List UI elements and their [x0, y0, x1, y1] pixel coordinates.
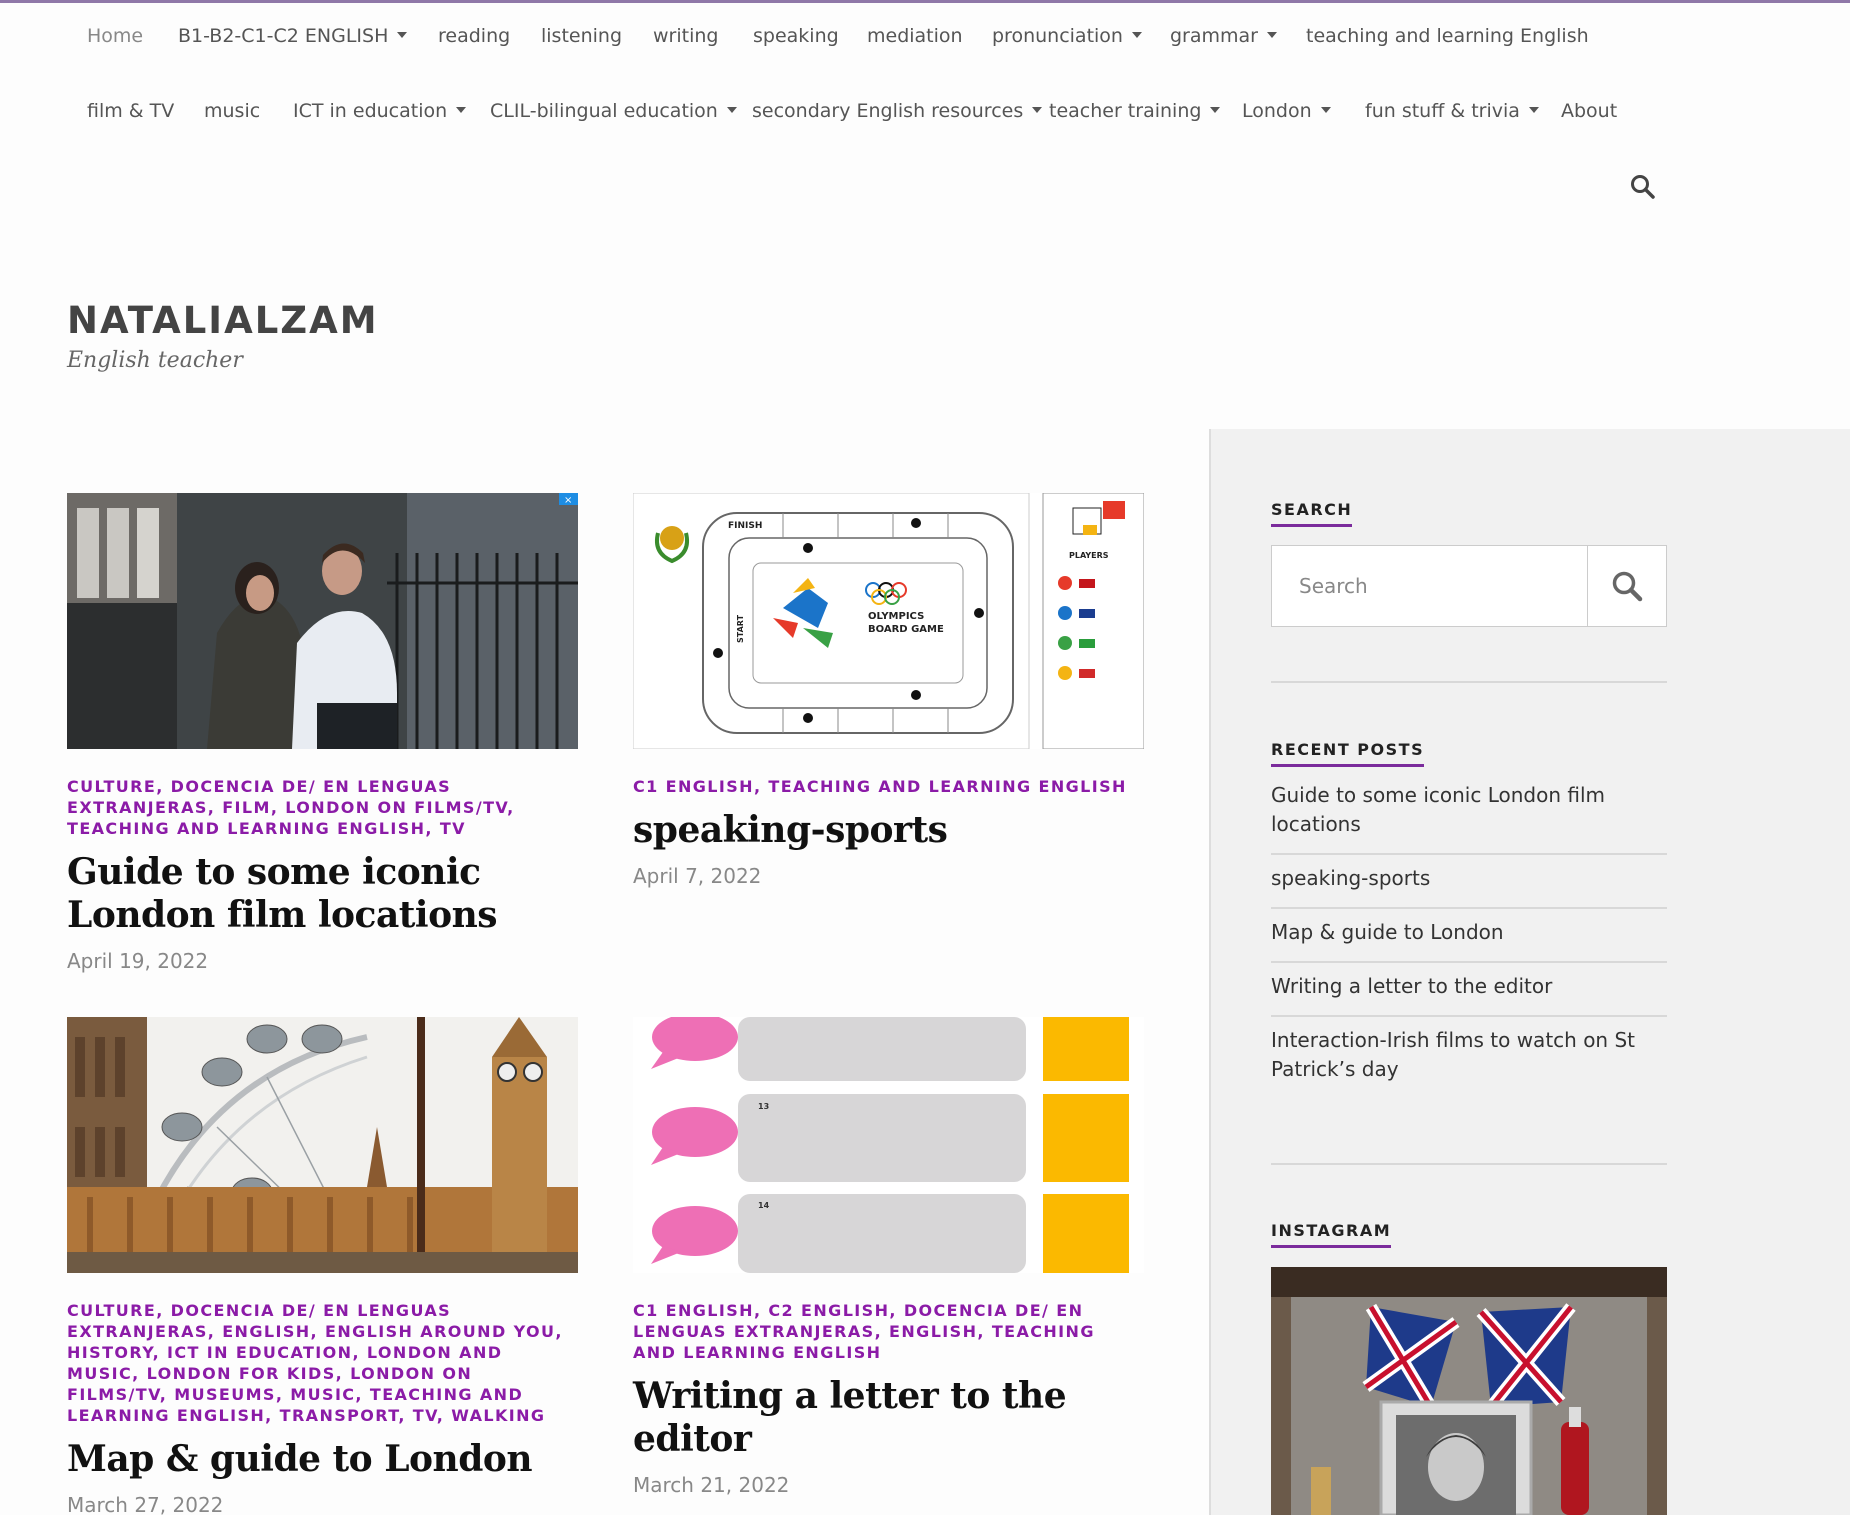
post-title[interactable]: Writing a letter to the editor — [633, 1375, 1145, 1461]
post-title[interactable]: Guide to some iconic London film locatio… — [67, 851, 579, 937]
site-title[interactable]: NATALIALZAM — [67, 299, 379, 342]
chevron-down-icon — [1528, 106, 1539, 113]
nav-levels[interactable]: B1-B2-C1-C2 ENGLISH — [178, 25, 408, 47]
nav-secondary[interactable]: secondary English resources — [752, 100, 1043, 122]
post-date[interactable]: April 7, 2022 — [633, 864, 1145, 888]
post-date[interactable]: March 21, 2022 — [633, 1473, 1145, 1497]
nav-speaking[interactable]: speaking — [753, 25, 839, 47]
post-thumbnail[interactable] — [67, 1017, 578, 1273]
post-card: × CULTURE, DOCENCIA DE/ EN LENGUAS EXTRA… — [67, 493, 579, 973]
recent-post-link[interactable]: Interaction-Irish films to watch on St P… — [1271, 1017, 1667, 1098]
nav-label: fun stuff & trivia — [1365, 100, 1520, 122]
post-categories[interactable]: CULTURE, DOCENCIA DE/ EN LENGUAS EXTRANJ… — [67, 776, 579, 839]
board-finish-label: FINISH — [728, 521, 762, 531]
recent-post-link[interactable]: Map & guide to London — [1271, 909, 1667, 963]
site-description: English teacher — [67, 348, 243, 373]
post-title[interactable]: speaking-sports — [633, 809, 1145, 852]
players-label: PLAYERS — [1069, 551, 1109, 560]
recent-posts-title: RECENT POSTS — [1271, 740, 1425, 767]
recent-posts-list: Guide to some iconic London film locatio… — [1271, 772, 1667, 1098]
nav-home[interactable]: Home — [87, 25, 143, 47]
widget-divider — [1271, 681, 1667, 683]
post-card: CULTURE, DOCENCIA DE/ EN LENGUAS EXTRANJ… — [67, 1017, 579, 1515]
nav-label: B1-B2-C1-C2 ENGLISH — [178, 25, 389, 47]
nav-ict[interactable]: ICT in education — [293, 100, 467, 122]
chevron-down-icon — [1131, 31, 1142, 38]
post-date[interactable]: March 27, 2022 — [67, 1493, 579, 1515]
post-categories[interactable]: CULTURE, DOCENCIA DE/ EN LENGUAS EXTRANJ… — [67, 1300, 579, 1426]
top-accent-bar — [0, 0, 1850, 3]
chevron-down-icon — [1267, 31, 1277, 38]
nav-label: pronunciation — [992, 25, 1123, 47]
search-input[interactable] — [1272, 546, 1587, 626]
nav-teacher-training[interactable]: teacher training — [1049, 100, 1221, 122]
nav-label: ICT in education — [293, 100, 448, 122]
post-thumbnail[interactable]: × — [67, 493, 578, 749]
search-icon — [1612, 571, 1643, 602]
chevron-down-icon — [1032, 106, 1043, 113]
speech-bubbles-worksheet-image: 13 14 — [633, 1017, 1144, 1273]
london-eye-big-ben-image — [67, 1017, 578, 1273]
post-thumbnail[interactable]: 13 14 — [633, 1017, 1144, 1273]
film-still-street-image: × — [67, 493, 578, 749]
nav-teaching-learning[interactable]: teaching and learning English — [1306, 25, 1589, 47]
post-date[interactable]: April 19, 2022 — [67, 949, 579, 973]
game-subtitle: BOARD GAME — [868, 624, 944, 635]
nav-label: teacher training — [1049, 100, 1202, 122]
nav-london[interactable]: London — [1242, 100, 1331, 122]
nav-clil[interactable]: CLIL-bilingual education — [490, 100, 737, 122]
search-button[interactable] — [1587, 546, 1666, 626]
post-title[interactable]: Map & guide to London — [67, 1438, 579, 1481]
worksheet-number: 13 — [758, 1102, 769, 1111]
nav-writing[interactable]: writing — [653, 25, 718, 47]
board-start-label: START — [736, 614, 745, 643]
recent-post-link[interactable]: Writing a letter to the editor — [1271, 963, 1667, 1017]
instagram-photo[interactable] — [1271, 1267, 1667, 1515]
search-form — [1271, 545, 1667, 627]
nav-music[interactable]: music — [204, 100, 260, 122]
nav-mediation[interactable]: mediation — [867, 25, 963, 47]
chevron-down-icon — [726, 106, 737, 113]
nav-reading[interactable]: reading — [438, 25, 510, 47]
union-jack-queen-photo — [1271, 1267, 1667, 1515]
recent-post-link[interactable]: speaking-sports — [1271, 855, 1667, 909]
nav-label: grammar — [1170, 25, 1258, 47]
search-icon[interactable] — [1630, 174, 1656, 200]
post-thumbnail[interactable]: FINISH START OLYMPICS BOARD GAME PLAYERS — [633, 493, 1144, 749]
worksheet-number: 14 — [758, 1201, 770, 1210]
chevron-down-icon — [456, 106, 467, 113]
nav-label: London — [1242, 100, 1312, 122]
nav-film-tv[interactable]: film & TV — [87, 100, 174, 122]
chevron-down-icon — [397, 31, 408, 38]
post-categories[interactable]: C1 ENGLISH, C2 ENGLISH, DOCENCIA DE/ EN … — [633, 1300, 1145, 1363]
chevron-down-icon — [1320, 106, 1331, 113]
nav-fun-stuff[interactable]: fun stuff & trivia — [1365, 100, 1539, 122]
search-widget-title: SEARCH — [1271, 500, 1353, 527]
post-card: FINISH START OLYMPICS BOARD GAME PLAYERS… — [633, 493, 1145, 888]
nav-label: secondary English resources — [752, 100, 1024, 122]
post-card: 13 14 C1 ENGLISH, C2 ENGLISH, DOCENCIA D… — [633, 1017, 1145, 1497]
nav-listening[interactable]: listening — [541, 25, 622, 47]
post-categories[interactable]: C1 ENGLISH, TEACHING AND LEARNING ENGLIS… — [633, 776, 1145, 797]
chevron-down-icon — [1210, 106, 1221, 113]
nav-label: CLIL-bilingual education — [490, 100, 718, 122]
nav-pronunciation[interactable]: pronunciation — [992, 25, 1142, 47]
instagram-title: INSTAGRAM — [1271, 1221, 1392, 1248]
nav-grammar[interactable]: grammar — [1170, 25, 1277, 47]
olympics-board-game-image: FINISH START OLYMPICS BOARD GAME PLAYERS — [633, 493, 1144, 749]
nav-about[interactable]: About — [1561, 100, 1617, 122]
widget-divider — [1271, 1163, 1667, 1165]
game-title: OLYMPICS — [868, 611, 924, 622]
recent-post-link[interactable]: Guide to some iconic London film locatio… — [1271, 772, 1667, 855]
svg-text:×: × — [564, 495, 572, 506]
